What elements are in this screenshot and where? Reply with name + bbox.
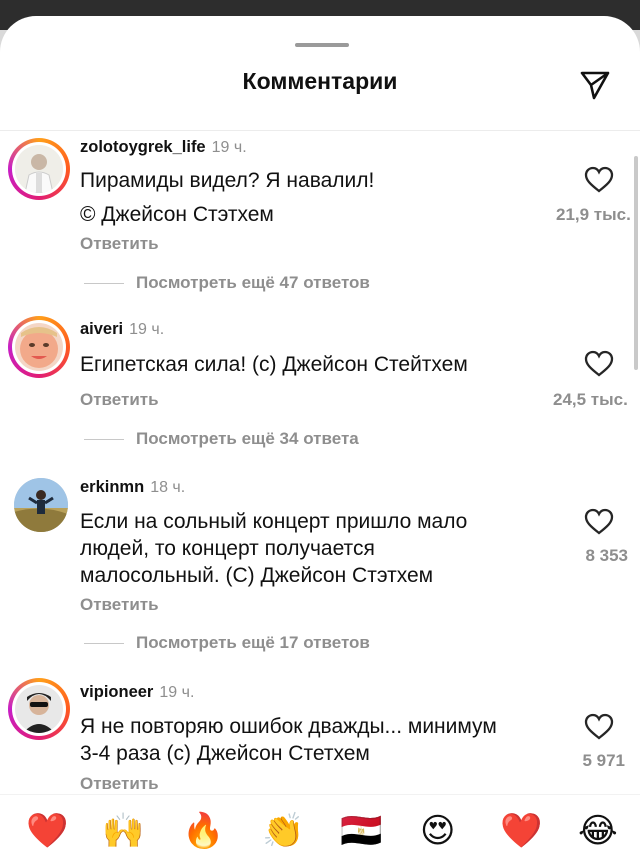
comments-sheet: Комментарии zolotoygrek_life 19 ч. Пирам… (0, 16, 640, 868)
comment-text: Пирамиды видел? Я навалил! © Джейсон Стэ… (80, 169, 375, 226)
avatar-image (15, 685, 63, 733)
like-count: 8 353 (585, 546, 628, 565)
avatar[interactable] (8, 316, 70, 378)
comment-time: 19 ч. (129, 321, 165, 338)
emoji-fire[interactable]: 🔥 (182, 811, 224, 851)
page-title: Комментарии (242, 68, 398, 94)
like-count: 21,9 тыс. (556, 205, 631, 224)
comment-time: 19 ч. (211, 139, 247, 156)
emoji-raising-hands[interactable]: 🙌 (102, 811, 144, 851)
comment-time: 18 ч. (150, 479, 186, 496)
comment-username[interactable]: zolotoygrek_life 19 ч. (80, 138, 247, 157)
avatar[interactable] (14, 478, 68, 532)
avatar-image (14, 478, 68, 532)
view-more-replies[interactable]: Посмотреть ещё 34 ответа (84, 429, 359, 449)
reply-button[interactable]: Ответить (80, 595, 159, 615)
avatar-image (15, 323, 63, 371)
heart-icon[interactable] (584, 350, 614, 378)
like-count: 24,5 тыс. (553, 390, 628, 409)
divider (84, 643, 124, 645)
reply-button[interactable]: Ответить (80, 774, 159, 794)
send-icon[interactable] (578, 68, 612, 102)
view-more-replies[interactable]: Посмотреть ещё 17 ответов (84, 633, 370, 653)
heart-icon[interactable] (584, 166, 614, 194)
emoji-heart[interactable]: ❤️ (26, 811, 68, 851)
comment-text: Египетская сила! (с) Джейсон Стейтхем (80, 353, 468, 376)
divider (84, 283, 124, 285)
emoji-heart-eyes[interactable]: 😍 (420, 811, 455, 851)
reply-button[interactable]: Ответить (80, 234, 159, 254)
emoji-clapping[interactable]: 👏 (262, 811, 304, 851)
comment-time: 19 ч. (159, 684, 195, 701)
comment-text: Если на сольный концерт пришло мало люде… (80, 510, 468, 587)
view-more-replies[interactable]: Посмотреть ещё 47 ответов (84, 273, 370, 293)
comment-text: Я не повторяю ошибок дважды... минимум 3… (80, 715, 497, 765)
avatar[interactable] (8, 138, 70, 200)
comment-username[interactable]: erkinmn 18 ч. (80, 478, 185, 497)
scrollbar[interactable] (634, 156, 638, 370)
emoji-red-heart[interactable]: ❤️ (500, 811, 542, 851)
emoji-tears-of-joy[interactable]: 😂 (578, 811, 618, 851)
emoji-egypt-flag[interactable]: 🇪🇬 (340, 811, 382, 851)
reply-button[interactable]: Ответить (80, 390, 159, 410)
emoji-reaction-bar: ❤️ 🙌 🔥 👏 🇪🇬 😍 ❤️ 😂 (0, 794, 640, 868)
divider (84, 439, 124, 441)
comment-username[interactable]: aiveri 19 ч. (80, 320, 164, 339)
header-divider (0, 130, 640, 131)
avatar-image (15, 145, 63, 193)
sheet-grabber[interactable] (295, 43, 349, 47)
heart-icon[interactable] (584, 713, 614, 741)
comment-username[interactable]: vipioneer 19 ч. (80, 683, 194, 702)
avatar[interactable] (8, 678, 70, 740)
like-count: 5 971 (582, 751, 625, 770)
heart-icon[interactable] (584, 508, 614, 536)
